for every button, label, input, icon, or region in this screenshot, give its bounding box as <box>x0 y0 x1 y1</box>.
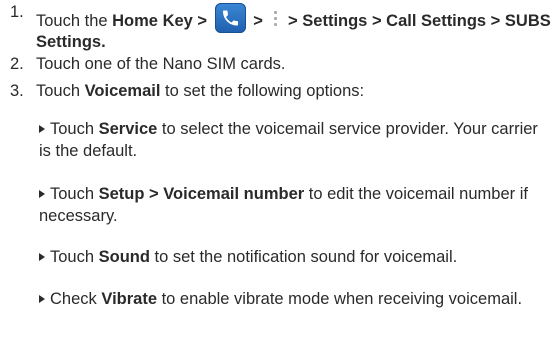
step-2: 2. Touch one of the Nano SIM cards. <box>10 55 554 74</box>
step-number: 2. <box>10 55 24 73</box>
instruction-document: 1. Touch the Home Key > > > Settings > C… <box>0 0 558 361</box>
step-number: 1. <box>10 3 24 21</box>
step-text: Touch one of the Nano SIM cards. <box>36 55 286 73</box>
option-service: Touch Service to select the voicemail se… <box>39 118 554 162</box>
option-keyword: Setup > Voicemail number <box>98 185 305 203</box>
triangle-bullet-icon <box>39 295 45 303</box>
option-prefix: Touch <box>50 248 99 266</box>
option-prefix: Check <box>50 290 102 308</box>
option-keyword: Vibrate <box>101 290 157 308</box>
option-keyword: Service <box>98 120 158 138</box>
step-suffix: to set the following options: <box>160 82 365 100</box>
separator: > <box>248 12 268 30</box>
option-vibrate: Check Vibrate to enable vibrate mode whe… <box>39 288 554 310</box>
option-prefix: Touch <box>50 185 99 203</box>
step-text: Touch Voicemail to set the following opt… <box>36 82 554 101</box>
step-prefix: Touch <box>36 82 85 100</box>
option-keyword: Sound <box>98 248 150 266</box>
triangle-bullet-icon <box>39 190 45 198</box>
step-1: 1. Touch the Home Key > > > Settings > C… <box>10 3 554 52</box>
option-suffix: to set the notification sound for voicem… <box>149 248 458 266</box>
step-text: Touch the Home Key > > > Settings > Call… <box>36 3 554 52</box>
option-prefix: Touch <box>50 120 99 138</box>
menu-more-icon <box>271 10 279 28</box>
triangle-bullet-icon <box>39 253 45 261</box>
option-sound: Touch Sound to set the notification soun… <box>39 246 554 268</box>
phone-app-icon <box>214 3 246 33</box>
voicemail-label: Voicemail <box>84 82 161 100</box>
step-number: 3. <box>10 82 24 100</box>
home-key-label: Home Key > <box>112 12 208 30</box>
step-3: 3. Touch Voicemail to set the following … <box>10 82 554 101</box>
step-prefix: Touch the <box>36 12 113 30</box>
option-setup: Touch Setup > Voicemail number to edit t… <box>39 183 554 227</box>
triangle-bullet-icon <box>39 125 45 133</box>
option-suffix: to enable vibrate mode when receiving vo… <box>157 290 523 308</box>
